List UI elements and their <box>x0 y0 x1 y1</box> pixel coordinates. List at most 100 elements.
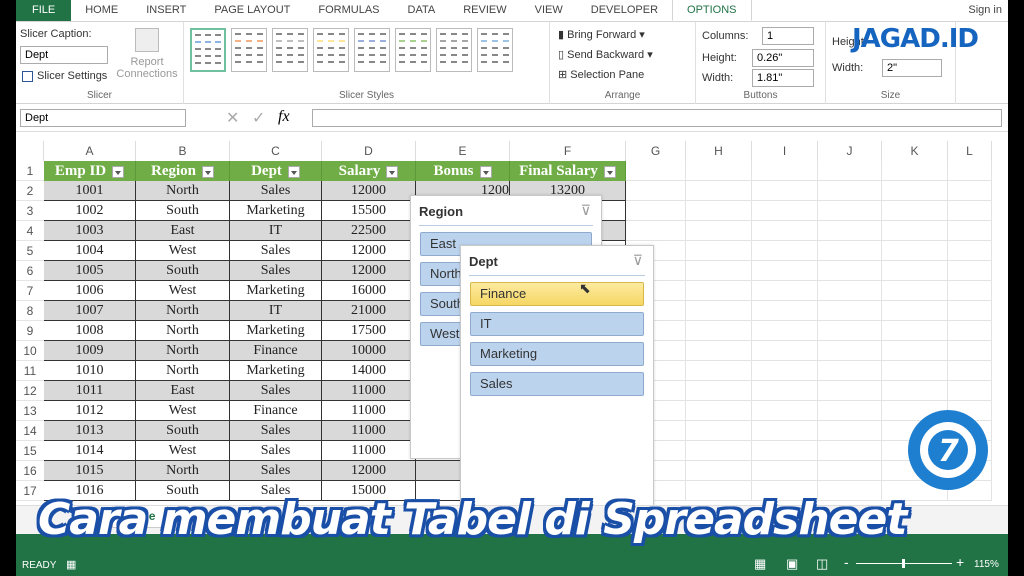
table-cell[interactable]: Sales <box>230 261 322 281</box>
row-header[interactable]: 12 <box>16 381 44 401</box>
empty-cell[interactable] <box>686 321 752 341</box>
table-cell[interactable]: Finance <box>230 401 322 421</box>
table-cell[interactable]: 21000 <box>322 301 416 321</box>
empty-cell[interactable] <box>752 201 818 221</box>
table-cell[interactable]: 12000 <box>322 181 416 201</box>
clear-filter-icon[interactable]: ⊽ <box>633 252 643 269</box>
slicer-style-swatch[interactable] <box>313 28 349 72</box>
name-box[interactable] <box>20 109 186 127</box>
empty-cell[interactable] <box>818 161 882 181</box>
tab-developer[interactable]: DEVELOPER <box>577 0 672 21</box>
table-cell[interactable]: 1013 <box>44 421 136 441</box>
empty-cell[interactable] <box>818 281 882 301</box>
table-cell[interactable]: South <box>136 261 230 281</box>
empty-cell[interactable] <box>686 361 752 381</box>
column-header[interactable]: I <box>752 141 818 161</box>
table-cell[interactable]: IT <box>230 301 322 321</box>
empty-cell[interactable] <box>686 461 752 481</box>
confirm-icon[interactable]: ✓ <box>252 108 265 128</box>
empty-cell[interactable] <box>818 201 882 221</box>
empty-cell[interactable] <box>818 381 882 401</box>
table-cell[interactable]: Sales <box>230 421 322 441</box>
table-cell[interactable]: 1015 <box>44 461 136 481</box>
tab-page-layout[interactable]: PAGE LAYOUT <box>200 0 304 21</box>
column-header[interactable]: J <box>818 141 882 161</box>
table-cell[interactable]: West <box>136 441 230 461</box>
table-cell[interactable]: West <box>136 241 230 261</box>
slicer-style-swatch[interactable] <box>231 28 267 72</box>
slicer-item[interactable]: IT <box>470 312 644 336</box>
table-header-cell[interactable]: Bonus <box>416 161 510 181</box>
empty-cell[interactable] <box>948 161 992 181</box>
select-all-corner[interactable] <box>16 141 44 161</box>
empty-cell[interactable] <box>948 361 992 381</box>
empty-cell[interactable] <box>882 341 948 361</box>
empty-cell[interactable] <box>752 341 818 361</box>
slicer-settings-button[interactable]: Slicer Settings <box>22 70 107 82</box>
table-cell[interactable]: 11000 <box>322 441 416 461</box>
empty-cell[interactable] <box>752 441 818 461</box>
empty-cell[interactable] <box>686 341 752 361</box>
column-header[interactable]: A <box>44 141 136 161</box>
height-input[interactable] <box>752 49 814 67</box>
empty-cell[interactable] <box>882 301 948 321</box>
table-cell[interactable]: North <box>136 461 230 481</box>
empty-cell[interactable] <box>882 281 948 301</box>
empty-cell[interactable] <box>818 361 882 381</box>
empty-cell[interactable] <box>752 181 818 201</box>
empty-cell[interactable] <box>818 341 882 361</box>
table-cell[interactable]: 1008 <box>44 321 136 341</box>
row-header[interactable]: 4 <box>16 221 44 241</box>
table-cell[interactable]: West <box>136 281 230 301</box>
tab-view[interactable]: VIEW <box>521 0 577 21</box>
table-cell[interactable]: 10000 <box>322 341 416 361</box>
table-cell[interactable]: North <box>136 301 230 321</box>
empty-cell[interactable] <box>818 421 882 441</box>
table-cell[interactable]: 1001 <box>44 181 136 201</box>
empty-cell[interactable] <box>686 221 752 241</box>
empty-cell[interactable] <box>686 381 752 401</box>
empty-cell[interactable] <box>752 281 818 301</box>
table-cell[interactable]: 11000 <box>322 401 416 421</box>
empty-cell[interactable] <box>818 241 882 261</box>
column-header[interactable]: E <box>416 141 510 161</box>
table-cell[interactable]: North <box>136 321 230 341</box>
column-header[interactable]: C <box>230 141 322 161</box>
filter-dropdown-icon[interactable] <box>112 165 125 178</box>
bring-forward-button[interactable]: ▮ Bring Forward ▾ <box>558 28 645 41</box>
empty-cell[interactable] <box>882 361 948 381</box>
table-cell[interactable]: Marketing <box>230 281 322 301</box>
table-cell[interactable]: 17500 <box>322 321 416 341</box>
empty-cell[interactable] <box>752 261 818 281</box>
zoom-out-button[interactable]: - <box>844 554 849 570</box>
empty-cell[interactable] <box>686 241 752 261</box>
empty-cell[interactable] <box>626 181 686 201</box>
column-header[interactable]: L <box>948 141 992 161</box>
slicer-style-swatch[interactable] <box>477 28 513 72</box>
table-cell[interactable]: 12000 <box>322 261 416 281</box>
empty-cell[interactable] <box>752 161 818 181</box>
filter-dropdown-icon[interactable] <box>287 165 300 178</box>
empty-cell[interactable] <box>818 181 882 201</box>
empty-cell[interactable] <box>752 381 818 401</box>
zoom-in-button[interactable]: + <box>956 554 964 570</box>
fx-icon[interactable]: fx <box>278 108 290 126</box>
empty-cell[interactable] <box>752 401 818 421</box>
empty-cell[interactable] <box>948 241 992 261</box>
cancel-icon[interactable]: ✕ <box>226 108 239 128</box>
table-header-cell[interactable]: Region <box>136 161 230 181</box>
table-cell[interactable]: East <box>136 221 230 241</box>
table-cell[interactable]: 1002 <box>44 201 136 221</box>
tab-formulas[interactable]: FORMULAS <box>304 0 393 21</box>
columns-input[interactable] <box>762 27 814 45</box>
dept-slicer[interactable]: Dept ⊽ Finance IT Marketing Sales ⬉ <box>460 245 654 509</box>
empty-cell[interactable] <box>948 201 992 221</box>
empty-cell[interactable] <box>686 401 752 421</box>
empty-cell[interactable] <box>948 381 992 401</box>
row-header[interactable]: 6 <box>16 261 44 281</box>
empty-cell[interactable] <box>818 221 882 241</box>
empty-cell[interactable] <box>948 261 992 281</box>
empty-cell[interactable] <box>882 161 948 181</box>
table-cell[interactable]: 11000 <box>322 381 416 401</box>
table-cell[interactable]: North <box>136 181 230 201</box>
